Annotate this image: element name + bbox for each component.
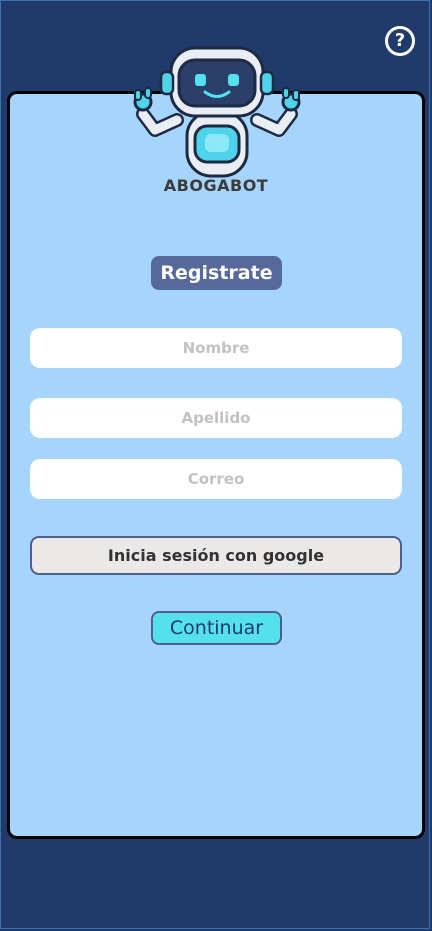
google-sign-in-button[interactable]: Inicia sesión con google [30,536,402,575]
google-sign-in-label: Inicia sesión con google [107,546,325,565]
continue-button[interactable]: Continuar [151,611,282,645]
robot-mascot-icon [133,46,301,178]
help-button[interactable]: ? [385,26,415,56]
question-circle-icon: ? [394,30,406,51]
robot-body [185,110,249,178]
brand-name: ABOGABOT [163,176,269,195]
register-title: Registrate [151,256,282,290]
last-name-input[interactable] [30,398,402,438]
robot-head [159,46,275,118]
first-name-input[interactable] [30,328,402,368]
email-input[interactable] [30,459,402,499]
continue-label: Continuar [169,617,264,639]
